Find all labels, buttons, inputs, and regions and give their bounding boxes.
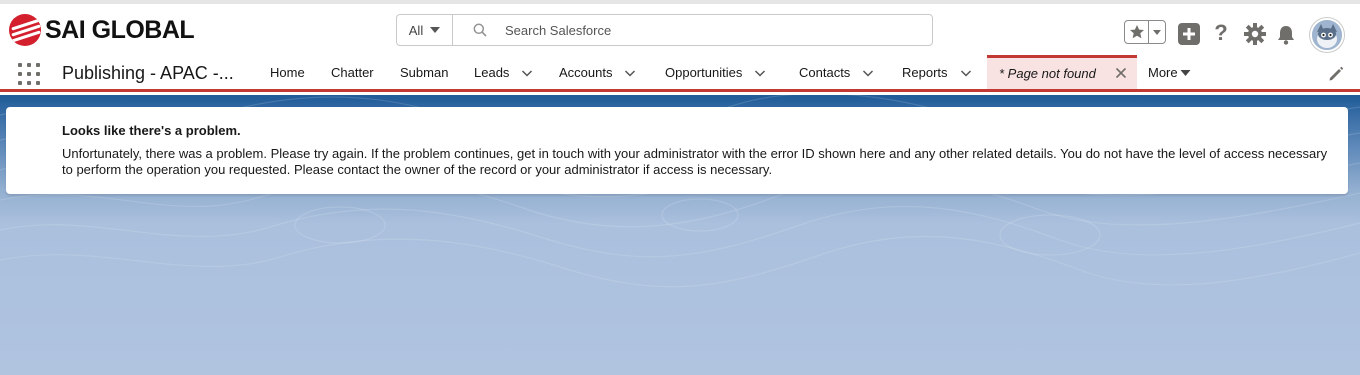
caret-down-icon [430, 27, 441, 33]
more-menu[interactable]: More [1148, 56, 1191, 89]
close-icon[interactable] [1115, 67, 1127, 79]
nav-item-opportunities[interactable]: Opportunities [665, 56, 766, 89]
app-launcher-button[interactable] [18, 63, 40, 85]
user-avatar-icon [1312, 20, 1342, 50]
nav-item-label: Leads [474, 65, 510, 80]
tab-label: * Page not found [999, 66, 1096, 81]
search-input[interactable] [505, 22, 885, 38]
search-field [453, 15, 932, 45]
search-scope-dropdown[interactable]: All [397, 15, 453, 45]
avatar[interactable] [1310, 18, 1344, 52]
caret-down-icon [1153, 29, 1161, 35]
more-label: More [1148, 65, 1178, 80]
plus-icon [1183, 28, 1195, 40]
pencil-icon [1329, 66, 1344, 81]
error-title: Looks like there's a problem. [62, 123, 241, 138]
global-actions-button[interactable] [1178, 23, 1200, 45]
nav-item-label: Accounts [559, 65, 613, 80]
error-message: Unfortunately, there was a problem. Plea… [62, 146, 1328, 177]
chevron-down-icon[interactable] [624, 67, 636, 79]
nav-item-contacts[interactable]: Contacts [799, 56, 874, 89]
favorites-list-button[interactable] [1149, 29, 1165, 35]
nav-item-label: Home [270, 65, 305, 80]
favorites-button-group [1124, 20, 1166, 44]
nav-item-reports[interactable]: Reports [902, 56, 972, 89]
nav-item-label: Subman [400, 65, 449, 80]
company-logo[interactable]: SAI GLOBAL [9, 14, 195, 46]
edit-nav-items-button[interactable] [1328, 66, 1344, 82]
nav-item-accounts[interactable]: Accounts [559, 56, 636, 89]
caret-down-icon [1180, 69, 1191, 76]
help-button[interactable]: ? [1210, 19, 1232, 47]
app-name: Publishing - APAC -... [62, 63, 234, 83]
tab-page-not-found[interactable]: * Page not found [987, 55, 1137, 89]
nav-item-label: Reports [902, 65, 948, 80]
global-search: All [396, 14, 933, 46]
nav-item-label: Opportunities [665, 65, 743, 80]
chevron-down-icon[interactable] [754, 67, 766, 79]
nav-item-subman[interactable]: Subman [400, 56, 448, 89]
bell-icon [1278, 26, 1294, 45]
search-scope-label: All [408, 22, 424, 38]
question-mark-icon: ? [1214, 20, 1228, 45]
search-icon [473, 23, 487, 37]
favorites-button[interactable] [1125, 21, 1149, 43]
logo-text: SAI GLOBAL [45, 15, 195, 44]
nav-item-chatter[interactable]: Chatter [331, 56, 374, 89]
nav-item-home[interactable]: Home [270, 56, 305, 89]
nav-item-label: Contacts [799, 65, 851, 80]
global-header: SAI GLOBAL All ? [0, 0, 1360, 56]
chevron-down-icon[interactable] [862, 67, 874, 79]
gear-icon [1244, 23, 1266, 45]
navigation-bar: Publishing - APAC -... Home Chatter Subm… [0, 55, 1360, 92]
nav-item-leads[interactable]: Leads [474, 56, 533, 89]
logo-mark-icon [9, 14, 41, 46]
star-icon [1129, 25, 1144, 39]
chevron-down-icon[interactable] [521, 67, 533, 79]
setup-button[interactable] [1243, 20, 1267, 48]
chevron-down-icon[interactable] [960, 67, 972, 79]
error-message-card: Looks like there's a problem. Unfortunat… [6, 107, 1348, 194]
notifications-button[interactable] [1275, 21, 1297, 49]
nav-item-label: Chatter [331, 65, 374, 80]
